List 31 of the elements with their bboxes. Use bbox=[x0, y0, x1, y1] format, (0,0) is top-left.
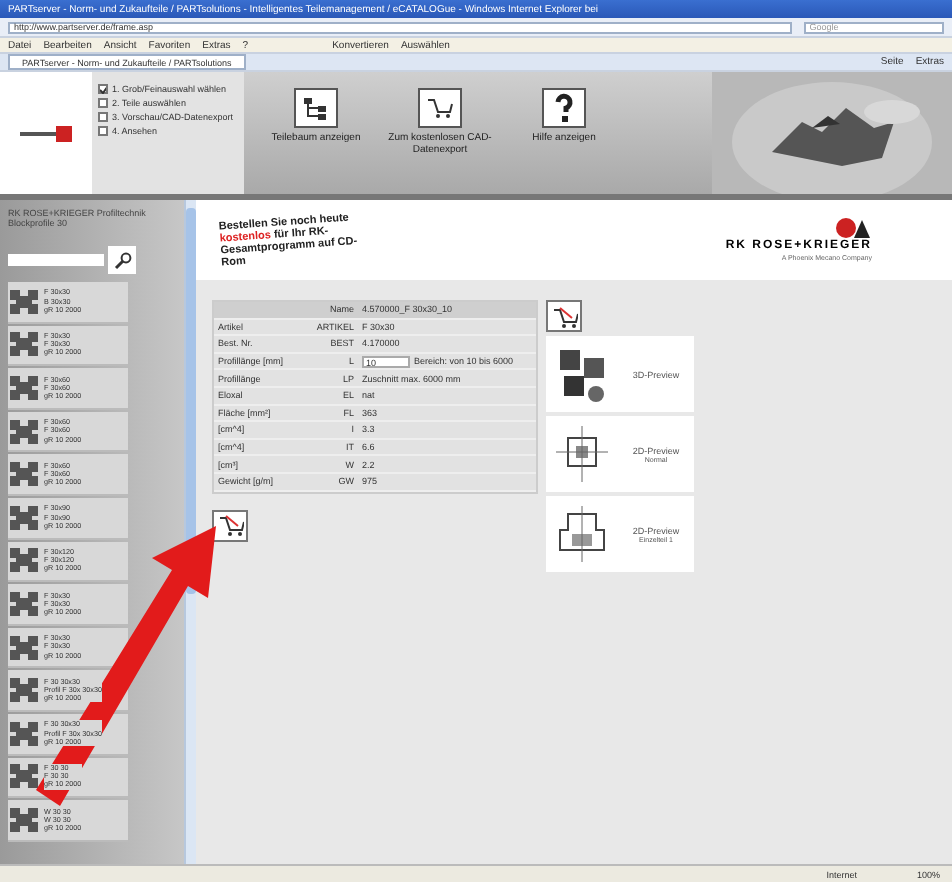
step-checkbox[interactable] bbox=[98, 112, 108, 122]
search-icon bbox=[113, 251, 131, 269]
profile-icon bbox=[8, 589, 40, 618]
profile-icon bbox=[8, 330, 40, 359]
profile-icon bbox=[8, 460, 40, 489]
profile-icon bbox=[8, 417, 40, 446]
profile-icon bbox=[8, 719, 40, 748]
scrollbar[interactable] bbox=[184, 200, 196, 864]
search-button[interactable] bbox=[108, 246, 136, 274]
cart-icon bbox=[426, 96, 454, 120]
cart-icon bbox=[551, 305, 577, 327]
profile-icon bbox=[8, 373, 40, 402]
cart-button[interactable] bbox=[212, 509, 248, 542]
search-field[interactable] bbox=[8, 254, 104, 266]
step-checkbox[interactable] bbox=[98, 84, 108, 94]
profile-icon bbox=[8, 762, 40, 791]
technical-drawing bbox=[552, 422, 612, 486]
step-checkbox[interactable] bbox=[98, 98, 108, 108]
help-icon bbox=[550, 92, 578, 124]
profile-icon bbox=[8, 503, 40, 532]
logo-icon bbox=[20, 123, 72, 143]
profile-icon bbox=[8, 287, 40, 316]
profile-icon bbox=[8, 546, 40, 575]
profile-icon bbox=[8, 805, 40, 834]
step-checkbox[interactable] bbox=[98, 126, 108, 136]
profile-icon bbox=[8, 676, 40, 705]
logo-icon bbox=[836, 218, 872, 238]
cart-icon bbox=[217, 514, 243, 537]
cart-button[interactable] bbox=[546, 300, 582, 332]
tree-icon bbox=[302, 96, 330, 120]
profile-icon bbox=[8, 633, 40, 662]
